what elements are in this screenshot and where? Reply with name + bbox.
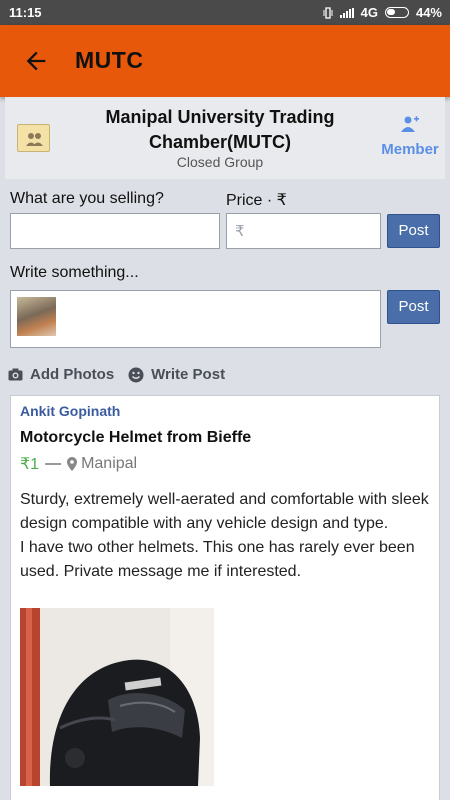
member-button[interactable]: Member bbox=[377, 115, 443, 158]
battery-level: 44% bbox=[415, 5, 442, 20]
network-type: 4G bbox=[360, 5, 378, 20]
post-price-line: ₹1 — Manipal bbox=[20, 454, 137, 474]
location-pin-icon bbox=[67, 457, 78, 471]
post-body-paragraph: I have two other helmets. This one has r… bbox=[20, 539, 415, 580]
helmet-image bbox=[20, 608, 214, 786]
app-bar: MUTC bbox=[0, 25, 450, 97]
write-area[interactable] bbox=[10, 290, 381, 348]
write-post-button[interactable]: Post bbox=[387, 290, 440, 324]
group-logo bbox=[17, 124, 50, 152]
smiley-icon bbox=[128, 367, 144, 382]
selling-input[interactable] bbox=[10, 213, 220, 249]
post-location: Manipal bbox=[67, 455, 137, 473]
member-label: Member bbox=[381, 141, 439, 158]
status-icons: 4G 44% bbox=[323, 5, 442, 20]
group-header: Manipal University Trading Chamber(MUTC)… bbox=[5, 97, 445, 179]
camera-icon bbox=[8, 368, 23, 381]
post-location-text: Manipal bbox=[81, 455, 138, 472]
post-title: Motorcycle Helmet from Bieffe bbox=[20, 429, 252, 446]
battery-icon bbox=[384, 7, 409, 18]
vibrate-icon bbox=[323, 6, 333, 19]
write-post-label: Write Post bbox=[151, 366, 226, 383]
post-photo[interactable] bbox=[20, 608, 214, 786]
page-title: MUTC bbox=[75, 47, 144, 73]
add-person-icon bbox=[401, 116, 419, 132]
group-type: Closed Group bbox=[176, 154, 264, 170]
price-label: Price · ₹ bbox=[226, 192, 287, 209]
sell-post-button[interactable]: Post bbox=[387, 214, 440, 248]
group-people-icon bbox=[26, 133, 43, 146]
arrow-left-icon[interactable] bbox=[22, 47, 50, 75]
status-time: 11:15 bbox=[9, 5, 42, 20]
write-input[interactable] bbox=[63, 295, 373, 343]
avatar bbox=[17, 297, 56, 336]
write-label: Write something... bbox=[10, 264, 139, 281]
add-photos-button[interactable]: Add Photos bbox=[8, 366, 114, 383]
price-input[interactable] bbox=[226, 213, 381, 249]
post-body-paragraph: Sturdy, extremely well-aerated and comfo… bbox=[20, 491, 429, 532]
post-separator: — bbox=[45, 455, 62, 472]
signal-icon bbox=[339, 7, 354, 18]
add-photos-label: Add Photos bbox=[30, 366, 115, 383]
write-post-button-link[interactable]: Write Post bbox=[128, 366, 225, 383]
post-actions: Add Photos Write Post bbox=[8, 366, 225, 383]
status-bar: 11:15 4G 44% bbox=[0, 0, 450, 25]
post-author[interactable]: Ankit Gopinath bbox=[20, 403, 120, 419]
post-card: Ankit Gopinath Motorcycle Helmet from Bi… bbox=[10, 395, 440, 800]
group-name: Manipal University Trading Chamber(MUTC) bbox=[105, 107, 335, 152]
selling-label: What are you selling? bbox=[10, 190, 164, 207]
post-body: Sturdy, extremely well-aerated and comfo… bbox=[20, 488, 430, 584]
main-content: Manipal University Trading Chamber(MUTC)… bbox=[0, 97, 450, 800]
post-price: ₹1 bbox=[20, 456, 40, 473]
